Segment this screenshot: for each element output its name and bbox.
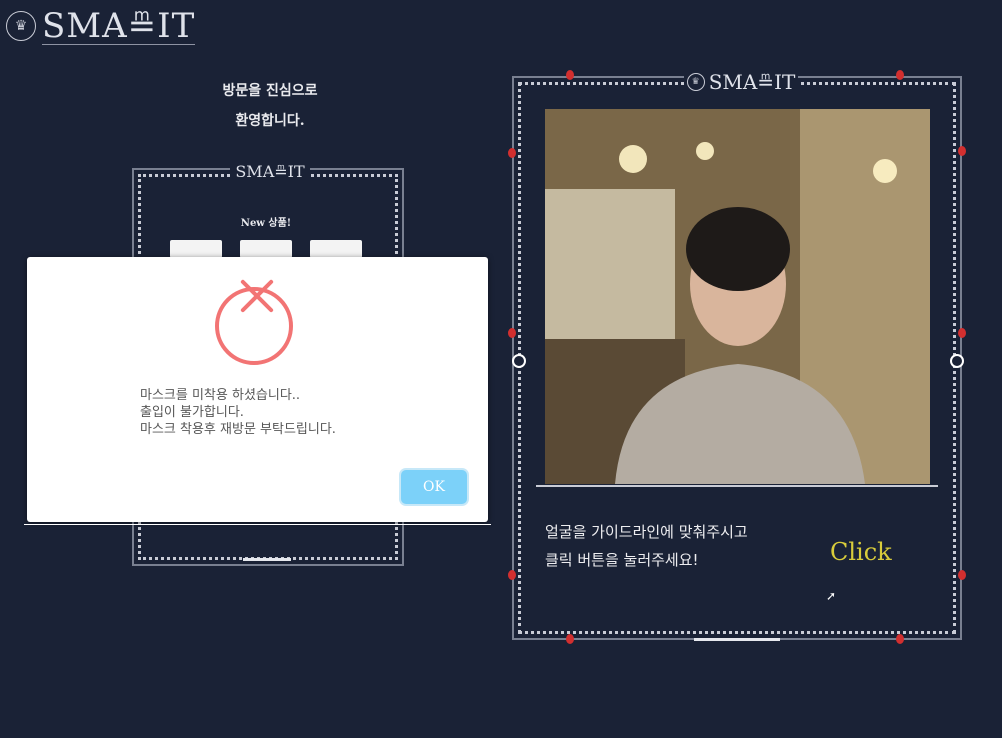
berry-decoration — [508, 328, 516, 338]
alert-message: 마스크를 미착용 하셨습니다.. 출입이 불가합니다. 마스크 착용후 재방문 … — [140, 387, 460, 438]
product-thumbnail[interactable] — [310, 240, 362, 258]
face-guide-text: 얼굴을 가이드라인에 맞춰주시고 클릭 버튼을 눌러주세요! — [545, 518, 785, 574]
frame-bottom-line — [243, 558, 291, 561]
brand-logo: ♛ SMA≞IT — [6, 5, 196, 46]
welcome-text: 방문을 진심으로 환영합니다. — [220, 76, 320, 136]
logo-text: SMA≞IT — [42, 5, 196, 46]
berry-decoration — [958, 328, 966, 338]
ring-decoration — [950, 354, 964, 368]
berry-decoration — [958, 570, 966, 580]
product-thumbnail[interactable] — [240, 240, 292, 258]
camera-feed — [545, 109, 930, 484]
new-products-label: New 상품! — [240, 218, 292, 229]
camera-frame-logo: ♛ SMA≞IT — [684, 70, 798, 94]
mouse-cursor-icon: ➚ — [826, 589, 837, 603]
welcome-line-2: 환영합니다. — [235, 113, 305, 129]
frame-bottom-line — [694, 638, 780, 641]
berry-decoration — [896, 634, 904, 644]
berry-decoration — [566, 634, 574, 644]
alert-line-2: 출입이 불가합니다. — [140, 405, 244, 420]
camera-logo-text: SMA≞IT — [708, 70, 796, 94]
berry-decoration — [566, 70, 574, 80]
berry-decoration — [958, 146, 966, 156]
guide-divider — [536, 485, 938, 487]
welcome-line-1: 방문을 진심으로 — [222, 83, 318, 99]
crown-icon: ♛ — [686, 73, 705, 91]
ring-decoration — [512, 354, 526, 368]
berry-decoration — [508, 570, 516, 580]
berry-decoration — [508, 148, 516, 158]
ok-button[interactable]: OK — [401, 470, 467, 504]
crown-icon: ♛ — [6, 11, 36, 41]
camera-scene — [545, 109, 930, 484]
inner-logo: SMA≞IT — [230, 162, 310, 181]
click-button[interactable]: Click — [830, 538, 892, 566]
dialog-underline — [24, 524, 491, 525]
alert-line-1: 마스크를 미착용 하셨습니다.. — [140, 388, 301, 403]
product-thumbnail[interactable] — [170, 240, 222, 258]
alert-line-3: 마스크 착용후 재방문 부탁드립니다. — [140, 422, 336, 437]
berry-decoration — [896, 70, 904, 80]
guide-line-1: 얼굴을 가이드라인에 맞춰주시고 — [545, 523, 748, 541]
guide-line-2: 클릭 버튼을 눌러주세요! — [545, 551, 699, 569]
